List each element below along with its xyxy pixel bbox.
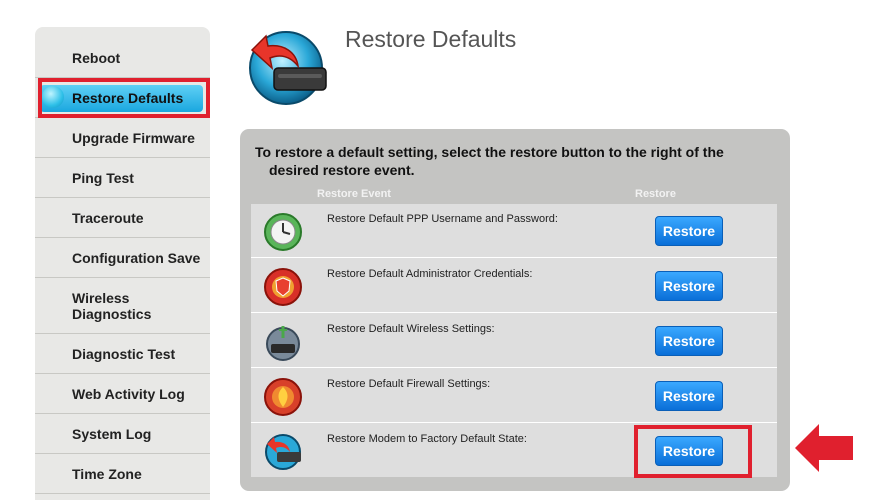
clock-icon	[264, 213, 302, 251]
sidebar-item-configuration-save[interactable]: Configuration Save	[35, 239, 210, 278]
wireless-router-icon	[266, 326, 300, 361]
instruction-line-2: desired restore event.	[269, 162, 415, 178]
modem-restore-icon	[265, 434, 301, 470]
row-label: Restore Default Firewall Settings:	[327, 378, 491, 390]
instruction-line-1: To restore a default setting, select the…	[255, 144, 724, 160]
sidebar-item-label: Ping Test	[72, 170, 134, 186]
restore-admin-credentials-button[interactable]: Restore	[655, 271, 723, 301]
sidebar-item-label: Time Zone	[72, 466, 142, 482]
sidebar-item-traceroute[interactable]: Traceroute	[35, 199, 210, 238]
table-row: Restore Default Wireless Settings: Resto…	[251, 314, 777, 368]
sidebar-item-wireless-diagnostics[interactable]: Wireless Diagnostics	[35, 279, 210, 334]
sidebar-item-label: Upgrade Firmware	[72, 130, 195, 146]
table-row: Restore Default PPP Username and Passwor…	[251, 204, 777, 258]
admin-shield-icon	[264, 268, 302, 306]
column-header-restore: Restore	[635, 188, 676, 200]
column-header-restore-event: Restore Event	[317, 188, 391, 200]
instruction-text: To restore a default setting, select the…	[255, 143, 775, 179]
sidebar-item-upgrade-firmware[interactable]: Upgrade Firmware	[35, 119, 210, 158]
sidebar-item-diagnostic-test[interactable]: Diagnostic Test	[35, 335, 210, 374]
restore-ppp-button[interactable]: Restore	[655, 216, 723, 246]
sidebar-item-label: Configuration Save	[72, 250, 201, 266]
highlight-box-factory-restore	[634, 425, 752, 478]
row-label: Restore Default Wireless Settings:	[327, 323, 495, 335]
restore-defaults-header-icon	[249, 31, 327, 105]
sidebar-item-label: Web Activity Log	[72, 386, 185, 402]
restore-firewall-button[interactable]: Restore	[655, 381, 723, 411]
sidebar-item-label: Traceroute	[72, 210, 144, 226]
row-label: Restore Default Administrator Credential…	[327, 268, 533, 280]
table-row: Restore Default Firewall Settings: Resto…	[251, 369, 777, 423]
page-title: Restore Defaults	[345, 26, 517, 52]
sidebar-item-web-activity-log[interactable]: Web Activity Log	[35, 375, 210, 414]
table-row: Restore Default Administrator Credential…	[251, 259, 777, 313]
sidebar-item-reboot[interactable]: Reboot	[35, 39, 210, 78]
restore-wireless-button[interactable]: Restore	[655, 326, 723, 356]
row-label: Restore Modem to Factory Default State:	[327, 433, 527, 445]
sidebar-item-label: System Log	[72, 426, 152, 442]
sidebar-item-label: Reboot	[72, 50, 121, 66]
highlight-box-sidebar	[38, 78, 210, 118]
sidebar-item-system-log[interactable]: System Log	[35, 415, 210, 454]
sidebar-item-label: Diagnostic Test	[72, 346, 176, 362]
sidebar-item-label: Wireless Diagnostics	[72, 290, 152, 322]
row-label: Restore Default PPP Username and Passwor…	[327, 213, 558, 225]
sidebar-item-ping-test[interactable]: Ping Test	[35, 159, 210, 198]
sidebar-item-time-zone[interactable]: Time Zone	[35, 455, 210, 494]
firewall-icon	[264, 378, 302, 416]
red-arrow-icon	[795, 424, 853, 472]
